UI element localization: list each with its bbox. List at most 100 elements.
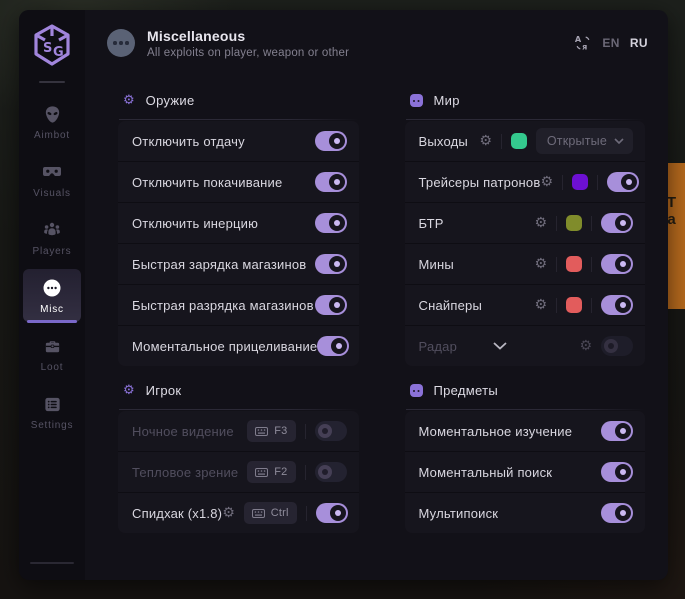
ellipsis-circle-icon (42, 278, 62, 298)
sidebar-item-misc[interactable]: Misc (23, 269, 81, 322)
sidebar-divider (39, 81, 65, 83)
feature-label: Отключить отдачу (132, 134, 245, 149)
dropdown-value: Открытые (547, 134, 607, 148)
feature-label: Моментальный поиск (419, 465, 553, 480)
color-swatch[interactable] (572, 174, 588, 190)
separator (306, 506, 307, 521)
toggle-switch[interactable] (315, 172, 347, 192)
hotkey-label: F2 (274, 466, 287, 478)
page-title: Miscellaneous (147, 28, 349, 44)
color-swatch[interactable] (566, 297, 582, 313)
gear-icon[interactable]: ⚙ (534, 216, 547, 230)
feature-label: Отключить покачивание (132, 175, 282, 190)
gear-icon[interactable]: ⚙ (534, 298, 547, 312)
feature-label: Трейсеры патронов (419, 175, 541, 190)
section-title: Игрок (146, 383, 182, 398)
app-logo-icon: S G (32, 23, 72, 67)
separator (591, 257, 592, 272)
gear-icon[interactable]: ⚙ (579, 339, 592, 353)
hotkey-label: F3 (274, 425, 287, 437)
exits-dropdown[interactable]: Открытые (536, 128, 633, 154)
separator (597, 175, 598, 190)
feature-label: Выходы (419, 134, 468, 149)
feature-label: Спидхак (x1.8) (132, 506, 222, 521)
chevron-down-icon (614, 138, 624, 144)
toggle-switch[interactable] (316, 503, 348, 523)
sidebar-item-label: Players (33, 246, 72, 257)
hotkey-badge[interactable]: Ctrl (244, 502, 297, 524)
keyboard-icon (255, 427, 268, 436)
gear-icon[interactable]: ⚙ (222, 506, 235, 520)
sidebar-nav: Aimbot Visuals Players Misc (19, 95, 85, 443)
alien-icon (43, 104, 62, 124)
toggle-switch[interactable] (315, 213, 347, 233)
lang-ru[interactable]: RU (630, 36, 648, 50)
separator (556, 298, 557, 313)
toggle-switch[interactable] (601, 336, 633, 356)
translate-icon: A я (574, 34, 592, 52)
player-rows: Ночное видение F3 Тепловое зрение (118, 411, 359, 533)
feature-row: Спидхак (x1.8) ⚙ Ctrl (118, 493, 359, 533)
feature-row: Ночное видение F3 (118, 411, 359, 452)
feature-row: Моментальное изучение (405, 411, 646, 452)
toggle-switch[interactable] (315, 131, 347, 151)
svg-text:S: S (43, 41, 52, 56)
sidebar-item-visuals[interactable]: Visuals (23, 153, 81, 206)
separator (591, 298, 592, 313)
feature-row: Отключить покачивание (118, 162, 359, 203)
main-panel: Miscellaneous All exploits on player, we… (85, 10, 668, 580)
feature-row: Моментальный поиск (405, 452, 646, 493)
toggle-switch[interactable] (601, 295, 633, 315)
color-swatch[interactable] (511, 133, 527, 149)
toggle-switch[interactable] (315, 295, 347, 315)
sidebar-item-label: Visuals (33, 188, 71, 199)
feature-row: Быстрая разрядка магазинов (118, 285, 359, 326)
settings-list-icon (43, 394, 62, 414)
section-header-player: ⚙ Игрок (118, 366, 359, 409)
feature-label: Быстрая разрядка магазинов (132, 298, 314, 313)
toggle-switch[interactable] (315, 421, 347, 441)
sidebar-bottom-divider (30, 562, 74, 564)
toggle-switch[interactable] (601, 213, 633, 233)
separator (305, 424, 306, 439)
toggle-switch[interactable] (607, 172, 639, 192)
toggle-switch[interactable] (315, 254, 347, 274)
feature-label: Тепловое зрение (132, 465, 238, 480)
sidebar-item-aimbot[interactable]: Aimbot (23, 95, 81, 148)
section-divider (406, 119, 646, 120)
sidebar-item-label: Aimbot (34, 130, 70, 141)
toggle-switch[interactable] (601, 254, 633, 274)
feature-row: Отключить отдачу (118, 121, 359, 162)
misc-page-icon (107, 29, 135, 57)
separator (556, 257, 557, 272)
hotkey-badge[interactable]: F3 (247, 420, 295, 442)
toggle-switch[interactable] (317, 336, 349, 356)
gear-icon[interactable]: ⚙ (534, 257, 547, 271)
section-header-items: Предметы (405, 366, 646, 409)
hotkey-label: Ctrl (271, 507, 289, 519)
sidebar-item-settings[interactable]: Settings (23, 385, 81, 438)
expand-chevron-icon[interactable] (493, 342, 507, 350)
gear-icon[interactable]: ⚙ (479, 134, 492, 148)
gear-icon[interactable]: ⚙ (540, 175, 553, 189)
sidebar-item-players[interactable]: Players (23, 211, 81, 264)
feature-label: Радар (419, 339, 458, 354)
color-swatch[interactable] (566, 256, 582, 272)
feature-row: Мины ⚙ (405, 244, 646, 285)
toggle-switch[interactable] (315, 462, 347, 482)
sidebar-item-loot[interactable]: Loot (23, 327, 81, 380)
toggle-switch[interactable] (601, 503, 633, 523)
toggle-switch[interactable] (601, 462, 633, 482)
color-swatch[interactable] (566, 215, 582, 231)
items-rows: Моментальное изучение Моментальный поиск… (405, 411, 646, 533)
keyboard-icon (255, 468, 268, 477)
page-subtitle: All exploits on player, weapon or other (147, 47, 349, 59)
section-title: Оружие (146, 93, 195, 108)
gear-icon: ⚙ (123, 94, 135, 107)
lang-en[interactable]: EN (602, 36, 619, 50)
feature-label: Мультипоиск (419, 506, 499, 521)
hotkey-badge[interactable]: F2 (247, 461, 295, 483)
toggle-switch[interactable] (601, 421, 633, 441)
section-divider (119, 409, 359, 410)
feature-row: Радар ⚙ (405, 326, 646, 366)
